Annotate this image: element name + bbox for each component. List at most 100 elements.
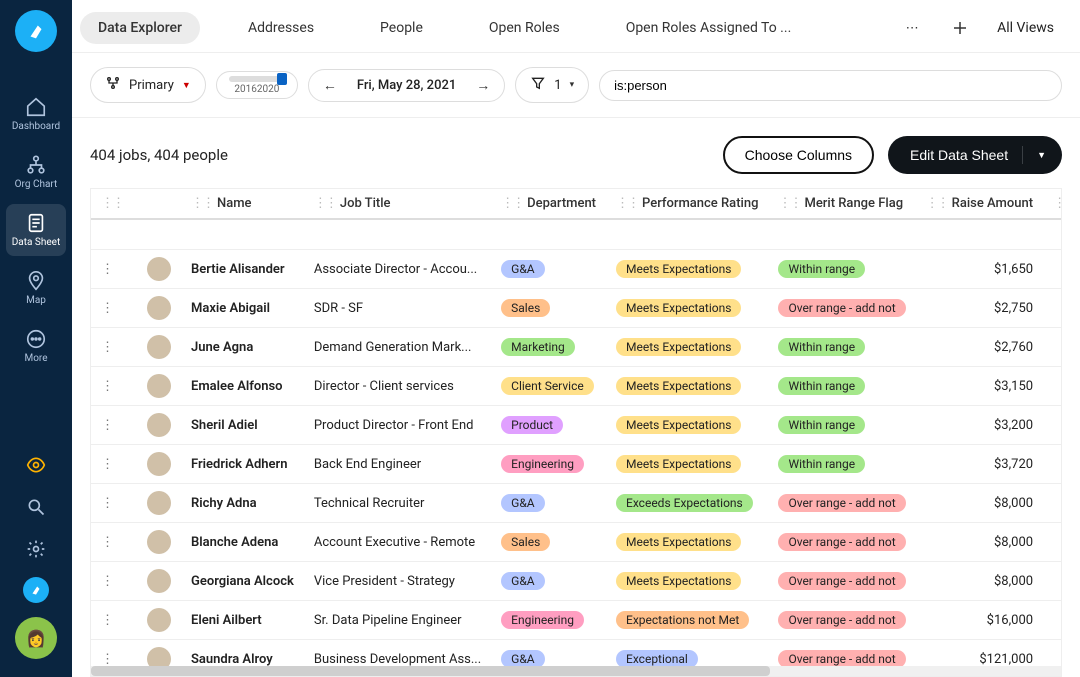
main: Data Explorer Addresses People Open Role… [72, 0, 1080, 677]
avatar [147, 608, 171, 632]
row-menu-icon[interactable]: ⋮ [101, 418, 114, 433]
tab-data-explorer[interactable]: Data Explorer [80, 12, 200, 44]
sidebar-item-label: Map [26, 295, 46, 306]
table-row[interactable]: ⋮Friedrick AdhernBack End EngineerEngine… [91, 445, 1062, 484]
col-name[interactable]: ⋮⋮Name [181, 189, 304, 219]
cell-raise: $3,150 [916, 367, 1043, 406]
sidebar: Dashboard Org Chart Data Sheet Map More … [0, 0, 72, 677]
summary-text: 404 jobs, 404 people [90, 146, 228, 164]
date-slider[interactable]: 20162020 [216, 71, 298, 99]
brand-mini-icon[interactable] [23, 577, 49, 603]
col-raisepct[interactable]: ⋮⋮Raise % [1043, 189, 1062, 219]
edit-datasheet-button[interactable]: Edit Data Sheet ▼ [888, 136, 1062, 174]
table-row[interactable]: ⋮Sheril AdielProduct Director - Front En… [91, 406, 1062, 445]
sidebar-lower: 👩 [15, 451, 57, 677]
filter-count: 1 [554, 78, 561, 93]
slider-handle[interactable] [277, 73, 287, 85]
cell-raise: $8,000 [916, 562, 1043, 601]
col-title[interactable]: ⋮⋮Job Title [304, 189, 491, 219]
choose-columns-button[interactable]: Choose Columns [723, 136, 874, 174]
caret-down-icon: ▼ [182, 80, 191, 91]
cell-perf: Meets Expectations [606, 289, 768, 328]
separator [1022, 146, 1023, 164]
sidebar-item-label: More [24, 353, 47, 364]
tab-open-roles-assigned[interactable]: Open Roles Assigned To ... [608, 12, 810, 44]
horizontal-scrollbar[interactable] [91, 666, 1061, 676]
row-menu-icon[interactable]: ⋮ [101, 535, 114, 550]
row-menu-icon[interactable]: ⋮ [101, 340, 114, 355]
table-row[interactable]: ⋮Eleni AilbertSr. Data Pipeline Engineer… [91, 601, 1062, 640]
row-menu-icon[interactable]: ⋮ [101, 457, 114, 472]
row-menu-icon[interactable]: ⋮ [101, 652, 114, 667]
col-avatar[interactable] [137, 189, 181, 219]
tab-addresses[interactable]: Addresses [230, 12, 332, 44]
cell-merit: Over range - add not [768, 601, 915, 640]
cell-dept: G&A [491, 562, 606, 601]
aggregate-raisepct: 1.46 [1043, 219, 1062, 250]
sidebar-item-dashboard[interactable]: Dashboard [6, 88, 66, 140]
settings-icon[interactable] [22, 535, 50, 563]
row-menu-icon[interactable]: ⋮ [101, 379, 114, 394]
add-tab-icon[interactable] [949, 17, 971, 39]
table-row[interactable]: ⋮June AgnaDemand Generation Mark...Marke… [91, 328, 1062, 367]
row-menu-icon[interactable]: ⋮ [101, 301, 114, 316]
table-row[interactable]: ⋮Georgiana AlcockVice President - Strate… [91, 562, 1062, 601]
sidebar-item-orgchart[interactable]: Org Chart [6, 146, 66, 198]
cell-raisepct: 0.03 [1043, 250, 1062, 289]
date-picker[interactable]: ← Fri, May 28, 2021 → [308, 69, 505, 102]
tab-open-roles[interactable]: Open Roles [471, 12, 578, 44]
primary-scenario-selector[interactable]: Primary ▼ [90, 67, 206, 103]
caret-down-icon[interactable]: ▼ [1037, 150, 1046, 160]
more-icon [25, 328, 47, 350]
sidebar-item-datasheet[interactable]: Data Sheet [6, 204, 66, 256]
cell-dept: Client Service [491, 367, 606, 406]
pin-icon [25, 270, 47, 292]
visibility-icon[interactable] [22, 451, 50, 479]
row-menu-icon[interactable]: ⋮ [101, 613, 114, 628]
cell-dept: Engineering [491, 445, 606, 484]
search-icon[interactable] [22, 493, 50, 521]
cell-perf: Expectations not Met [606, 601, 768, 640]
cell-raisepct: 0.03 [1043, 367, 1062, 406]
aggregate-row: 1.46 [91, 219, 1062, 250]
cell-name: Georgiana Alcock [181, 562, 304, 601]
cell-title: Technical Recruiter [304, 484, 491, 523]
col-merit[interactable]: ⋮⋮Merit Range Flag [768, 189, 915, 219]
cell-raisepct: 0.03 [1043, 328, 1062, 367]
row-menu-icon[interactable]: ⋮ [101, 262, 114, 277]
cell-name: Bertie Alisander [181, 250, 304, 289]
tab-people[interactable]: People [362, 12, 441, 44]
row-menu-icon[interactable]: ⋮ [101, 496, 114, 511]
cell-merit: Over range - add not [768, 562, 915, 601]
cell-dept: G&A [491, 250, 606, 289]
cell-perf: Meets Expectations [606, 328, 768, 367]
table-row[interactable]: ⋮Maxie AbigailSDR - SFSalesMeets Expecta… [91, 289, 1062, 328]
next-date-icon[interactable]: → [476, 77, 490, 94]
table-wrap[interactable]: ⋮⋮ ⋮⋮Name ⋮⋮Job Title ⋮⋮Department ⋮⋮Per… [90, 188, 1062, 677]
col-raise[interactable]: ⋮⋮Raise Amount [916, 189, 1043, 219]
query-input[interactable] [614, 78, 1047, 93]
user-avatar[interactable]: 👩 [15, 617, 57, 659]
query-input-wrap[interactable] [599, 70, 1062, 101]
summary-bar: 404 jobs, 404 people Choose Columns Edit… [72, 118, 1080, 188]
cell-merit: Within range [768, 367, 915, 406]
scrollbar-thumb[interactable] [91, 666, 770, 676]
all-views-button[interactable]: All Views [997, 20, 1054, 36]
grip-icon: ⋮⋮ [501, 196, 523, 211]
table-row[interactable]: ⋮Emalee AlfonsoDirector - Client service… [91, 367, 1062, 406]
sidebar-item-map[interactable]: Map [6, 262, 66, 314]
col-dept[interactable]: ⋮⋮Department [491, 189, 606, 219]
table-row[interactable]: ⋮Blanche AdenaAccount Executive - Remote… [91, 523, 1062, 562]
grip-icon: ⋮⋮ [1053, 196, 1062, 211]
row-menu-icon[interactable]: ⋮ [101, 574, 114, 589]
table-row[interactable]: ⋮Bertie AlisanderAssociate Director - Ac… [91, 250, 1062, 289]
cell-perf: Meets Expectations [606, 562, 768, 601]
filter-button[interactable]: 1 ▾ [515, 67, 589, 103]
tab-overflow-icon[interactable]: ⋯ [901, 17, 923, 39]
table-row[interactable]: ⋮Richy AdnaTechnical RecruiterG&AExceeds… [91, 484, 1062, 523]
prev-date-icon[interactable]: ← [323, 77, 337, 94]
col-menu[interactable]: ⋮⋮ [91, 189, 137, 219]
col-perf[interactable]: ⋮⋮Performance Rating [606, 189, 768, 219]
sidebar-item-more[interactable]: More [6, 320, 66, 372]
app-logo[interactable] [15, 10, 57, 52]
